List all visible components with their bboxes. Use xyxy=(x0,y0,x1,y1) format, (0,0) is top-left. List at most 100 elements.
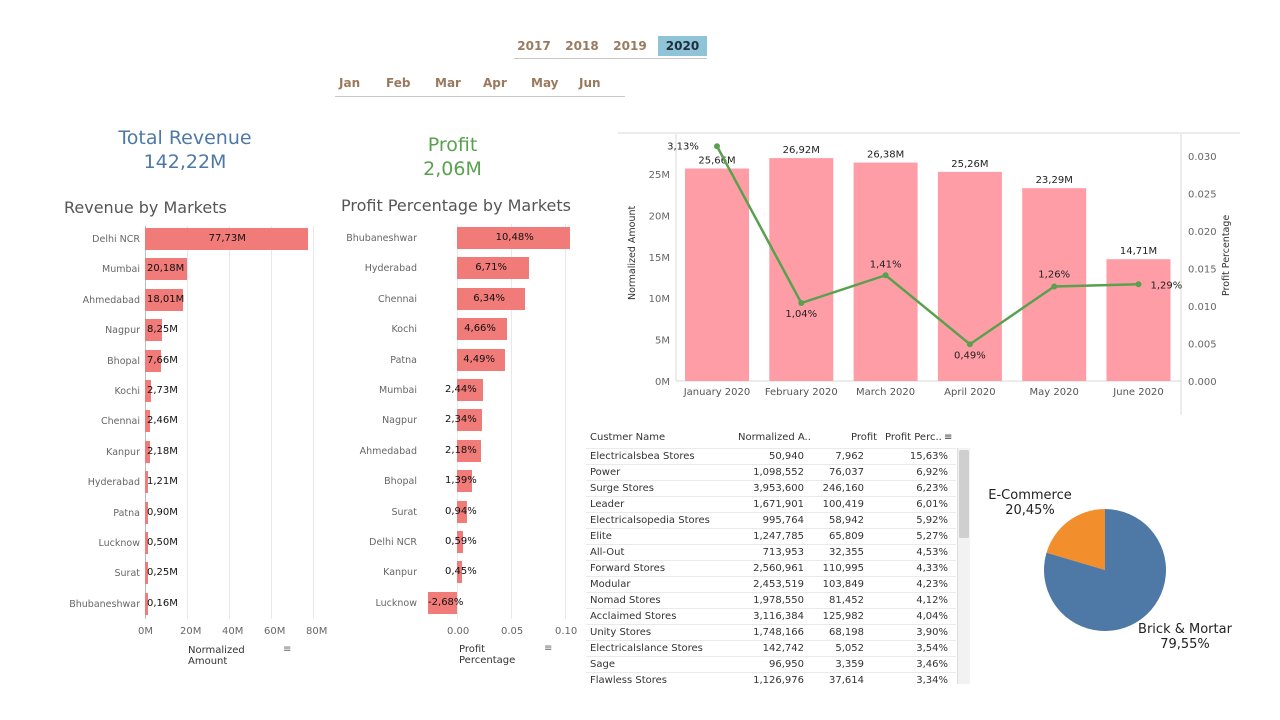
amount-value-label: 25,66M xyxy=(698,156,735,167)
revenue-chart-title: Revenue by Markets xyxy=(64,198,227,217)
month-label: January 2020 xyxy=(683,387,751,398)
table-row[interactable]: Flawless Stores 1,126,976 37,614 3,34% xyxy=(586,672,956,684)
profit-pct-label: 3,13% xyxy=(667,141,699,152)
kpi-value: 142,22M xyxy=(143,151,227,173)
pie-label-name: E-Commerce xyxy=(988,488,1072,503)
sort-icon[interactable]: ≡ xyxy=(283,644,291,655)
table-row[interactable]: Elite 1,247,785 65,809 5,27% xyxy=(586,528,956,545)
amount-bar[interactable] xyxy=(1106,259,1171,381)
month-apr[interactable]: Apr xyxy=(483,76,507,90)
scrollbar-thumb[interactable] xyxy=(959,450,969,538)
market-label: Kanpur xyxy=(383,567,417,579)
table-row[interactable]: Surge Stores 3,953,600 246,160 6,23% xyxy=(586,480,956,497)
profit-point[interactable] xyxy=(882,272,889,279)
table-row[interactable]: Power 1,098,552 76,037 6,92% xyxy=(586,464,956,481)
month-mar[interactable]: Mar xyxy=(435,76,461,90)
year-2019[interactable]: 2019 xyxy=(610,36,650,56)
table-row[interactable]: Unity Stores 1,748,166 68,198 3,90% xyxy=(586,624,956,641)
amount-bar[interactable] xyxy=(853,162,918,381)
cell-profit: 110,995 xyxy=(822,563,864,574)
cell-customer-name: Modular xyxy=(590,579,631,590)
amount-value-label: 26,38M xyxy=(867,150,904,161)
year-2020[interactable]: 2020 xyxy=(658,36,707,56)
table-row[interactable]: Acclaimed Stores 3,116,384 125,982 4,04% xyxy=(586,608,956,625)
month-jun[interactable]: Jun xyxy=(579,76,601,90)
sort-icon[interactable]: ≡ xyxy=(544,643,552,654)
gridline xyxy=(229,226,230,619)
market-label: Ahmedabad xyxy=(359,445,417,457)
x-tick-label: 20M xyxy=(180,626,202,637)
cell-profit-percentage: 3,46% xyxy=(916,659,948,670)
month-feb[interactable]: Feb xyxy=(386,76,410,90)
header-customer-name[interactable]: Custmer Name xyxy=(590,432,665,443)
year-2017[interactable]: 2017 xyxy=(514,36,554,56)
cell-profit: 7,962 xyxy=(835,451,864,462)
table-row[interactable]: Forward Stores 2,560,961 110,995 4,33% xyxy=(586,560,956,577)
market-label: Bhopal xyxy=(107,355,140,367)
header-normalized-amount[interactable]: Normalized A.. xyxy=(738,432,811,443)
profit-point[interactable] xyxy=(1051,283,1058,290)
revenue-value-label: 77,73M xyxy=(208,233,246,244)
profit-value-label: 4,49% xyxy=(463,353,496,365)
x-tick-label: 0.10 xyxy=(555,626,578,637)
amount-value-label: 26,92M xyxy=(783,145,820,156)
cell-profit-percentage: 4,23% xyxy=(916,579,948,590)
right-tick-label: 0.005 xyxy=(1188,340,1217,351)
profit-point[interactable] xyxy=(1135,281,1142,288)
cell-profit: 246,160 xyxy=(822,483,864,494)
x-axis-title: Profit Percentage xyxy=(459,644,516,666)
sort-icon[interactable]: ≡ xyxy=(944,432,952,443)
right-tick-label: 0.010 xyxy=(1188,302,1217,313)
revenue-value-label: 0,16M xyxy=(147,597,178,609)
profit-value-label: 0,94% xyxy=(445,505,477,517)
revenue-value-label: 18,01M xyxy=(147,293,185,305)
right-tick-label: 0.025 xyxy=(1188,190,1217,201)
cell-normalized-amount: 1,748,166 xyxy=(753,627,804,638)
amount-bar[interactable] xyxy=(769,158,834,381)
cell-customer-name: Unity Stores xyxy=(590,627,652,638)
market-label: Delhi NCR xyxy=(92,234,140,245)
cell-normalized-amount: 1,098,552 xyxy=(753,467,804,478)
cell-customer-name: Surge Stores xyxy=(590,483,654,494)
profit-kpi: Profit 2,06M xyxy=(360,134,545,180)
cell-profit-percentage: 6,23% xyxy=(916,483,948,494)
month-jan[interactable]: Jan xyxy=(339,76,360,90)
month-label: May 2020 xyxy=(1030,387,1079,398)
year-2018[interactable]: 2018 xyxy=(562,36,602,56)
table-row[interactable]: Electricalsbea Stores 50,940 7,962 15,63% xyxy=(586,448,956,465)
cell-customer-name: Flawless Stores xyxy=(590,675,668,684)
table-row[interactable]: Electricalslance Stores 142,742 5,052 3,54% xyxy=(586,640,956,657)
market-label: Lucknow xyxy=(375,597,417,609)
table-row[interactable]: Electricalsopedia Stores 995,764 58,942 5,9… xyxy=(586,512,956,529)
table-row[interactable]: Sage 96,950 3,359 3,46% xyxy=(586,656,956,673)
table-row[interactable]: Leader 1,671,901 100,419 6,01% xyxy=(586,496,956,513)
profit-point[interactable] xyxy=(966,341,973,348)
profit-point[interactable] xyxy=(798,300,805,306)
market-label: Nagpur xyxy=(105,325,140,337)
table-row[interactable]: Nomad Stores 1,978,550 81,452 4,12% xyxy=(586,592,956,609)
header-profit-percentage[interactable]: Profit Perc.. xyxy=(885,432,942,443)
profit-value-label: 6,71% xyxy=(475,262,507,274)
profit-point[interactable] xyxy=(714,143,720,150)
month-may[interactable]: May xyxy=(531,76,559,90)
cell-normalized-amount: 96,950 xyxy=(769,659,804,670)
cell-profit: 68,198 xyxy=(829,627,864,638)
x-axis-title: Normalized Amount xyxy=(188,645,245,667)
right-tick-label: 0.015 xyxy=(1188,265,1217,276)
profit-pct-label: 0,49% xyxy=(954,350,986,361)
cell-profit-percentage: 15,63% xyxy=(909,451,948,462)
cell-profit: 65,809 xyxy=(829,531,864,542)
left-tick-label: 10M xyxy=(649,294,670,305)
revenue-value-label: 8,25M xyxy=(147,324,178,336)
table-row[interactable]: All-Out 713,953 32,355 4,53% xyxy=(586,544,956,561)
left-tick-label: 25M xyxy=(649,170,670,181)
cell-profit-percentage: 5,92% xyxy=(916,515,948,526)
amount-bar[interactable] xyxy=(685,168,749,381)
market-label: Kanpur xyxy=(106,446,140,458)
table-row[interactable]: Modular 2,453,519 103,849 4,23% xyxy=(586,576,956,593)
monthly-combo-chart: 0M 5M 10M 15M 20M 25M 0.000 0.005 0.010 0.015 0.02… xyxy=(618,132,1240,415)
table-scrollbar[interactable] xyxy=(957,448,970,684)
header-profit[interactable]: Profit xyxy=(851,432,877,443)
cell-customer-name: Electricalslance Stores xyxy=(590,643,703,654)
revenue-value-label: 1,21M xyxy=(147,476,178,488)
